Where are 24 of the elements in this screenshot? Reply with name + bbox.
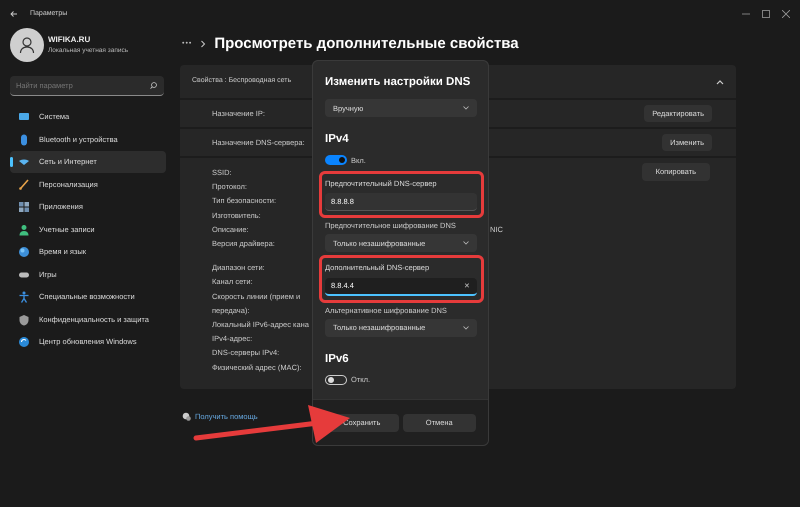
brush-icon	[18, 178, 30, 190]
chevron-down-icon	[463, 326, 469, 330]
section-heading: IPv4	[325, 132, 350, 148]
search-icon[interactable]	[150, 82, 157, 89]
close-icon[interactable]	[782, 10, 790, 18]
update-icon	[18, 336, 30, 348]
back-icon[interactable]	[10, 10, 18, 18]
avatar	[10, 28, 44, 62]
chevron-down-icon	[463, 106, 469, 110]
toggle-switch[interactable]	[325, 155, 347, 166]
toggle-switch[interactable]	[325, 374, 347, 385]
apps-icon	[18, 201, 30, 213]
shield-icon	[18, 314, 30, 326]
accessibility-icon	[18, 291, 30, 303]
account-name: WIFIKA.RU	[48, 34, 92, 46]
section-heading: IPv6	[325, 352, 350, 367]
page-title: Просмотреть дополнительные свойства	[214, 34, 519, 54]
dialog-title: Изменить настройки DNS	[325, 75, 472, 90]
monitor-icon	[18, 111, 30, 123]
person-icon	[18, 224, 30, 236]
chevron-right-icon	[200, 40, 206, 48]
chevron-down-icon	[463, 241, 469, 246]
chevron-up-icon[interactable]	[716, 78, 724, 84]
maximize-icon[interactable]	[762, 10, 770, 18]
